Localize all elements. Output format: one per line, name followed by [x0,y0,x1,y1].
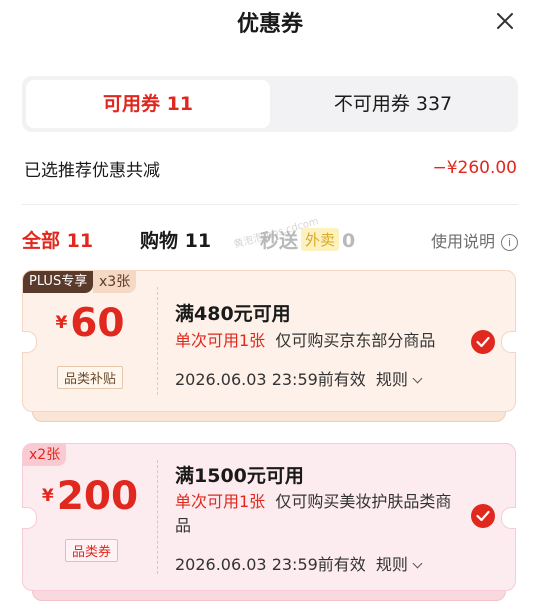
chevron-down-icon [412,558,423,569]
coupon-body: x2张 ¥200 品类券 满1500元可用 单次可用1张 仅可购买美妆护肤品类商… [22,443,516,591]
coupon-expiry: 2026.06.03 23:59前有效 规则 [175,551,423,575]
check-icon[interactable] [471,504,495,528]
summary-amount: −¥260.00 [432,158,517,178]
close-icon[interactable] [492,8,518,34]
filter-flash-delivery[interactable]: 秒送 外卖 0 [260,226,355,253]
coupon-condition: 满480元可用 [175,303,291,325]
category-label: 品类券 [65,539,119,562]
coupon-amount: ¥200 [23,474,157,519]
category-filters: 全部 11 购物 11 秒送 外卖 0 使用说明 i [22,222,518,256]
check-icon[interactable] [471,330,495,354]
chevron-down-icon [412,373,423,384]
rules-link[interactable]: 规则 [375,370,423,389]
tab-unavailable[interactable]: 不可用券 337 [272,80,514,128]
expiry-text: 2026.06.03 23:59前有效 [175,370,366,389]
filter-flash-count: 0 [342,230,356,252]
dashed-divider [157,287,158,395]
rules-link[interactable]: 规则 [375,555,423,574]
usage-instructions-link[interactable]: 使用说明 i [431,228,518,252]
usage-scope: 仅可购买京东部分商品 [275,331,436,350]
dashed-divider [157,460,158,574]
category-label: 品类补贴 [57,366,124,389]
filter-flash-label: 秒送 [260,230,299,252]
rules-label: 规则 [375,370,408,389]
coupon-description: 单次可用1张 仅可购买京东部分商品 [175,329,467,353]
coupon-description: 单次可用1张 仅可购买美妆护肤品类商品 [175,490,467,538]
amount-value: 60 [70,301,125,346]
currency-symbol: ¥ [55,313,68,333]
filter-all[interactable]: 全部 11 [22,226,93,253]
currency-symbol: ¥ [41,486,54,506]
summary-label: 已选推荐优惠共减 [24,161,160,181]
expiry-text: 2026.06.03 23:59前有效 [175,555,366,574]
discount-summary: 已选推荐优惠共减 −¥260.00 [24,156,517,184]
usage-instructions-label: 使用说明 [430,232,495,251]
rules-label: 规则 [375,555,408,574]
takeaway-tag: 外卖 [301,228,340,251]
plus-badge: PLUS专享 [23,271,94,293]
usage-limit: 单次可用1张 [175,331,266,350]
coupon-expiry: 2026.06.03 23:59前有效 规则 [175,366,423,390]
divider [22,204,518,205]
coupon-tab-switch: 可用券 11 不可用券 337 [22,76,518,132]
count-badge: x3张 [93,271,137,293]
filter-shopping[interactable]: 购物 11 [140,226,211,253]
coupon-condition: 满1500元可用 [175,465,304,487]
info-icon: i [501,234,518,251]
sheet-header: 优惠券 [0,0,540,46]
amount-value: 200 [56,474,139,519]
tab-available[interactable]: 可用券 11 [26,80,270,128]
coupon-amount: ¥60 [23,301,157,346]
notch [501,507,516,529]
count-badge: x2张 [23,444,67,466]
coupon-card[interactable]: PLUS专享 x3张 ¥60 品类补贴 满480元可用 单次可用1张 仅可购买京… [22,270,516,422]
page-title: 优惠券 [236,12,303,37]
coupon-body: PLUS专享 x3张 ¥60 品类补贴 满480元可用 单次可用1张 仅可购买京… [22,270,516,412]
coupon-card[interactable]: x2张 ¥200 品类券 满1500元可用 单次可用1张 仅可购买美妆护肤品类商… [22,443,516,603]
notch [501,331,516,353]
usage-limit: 单次可用1张 [175,492,266,511]
